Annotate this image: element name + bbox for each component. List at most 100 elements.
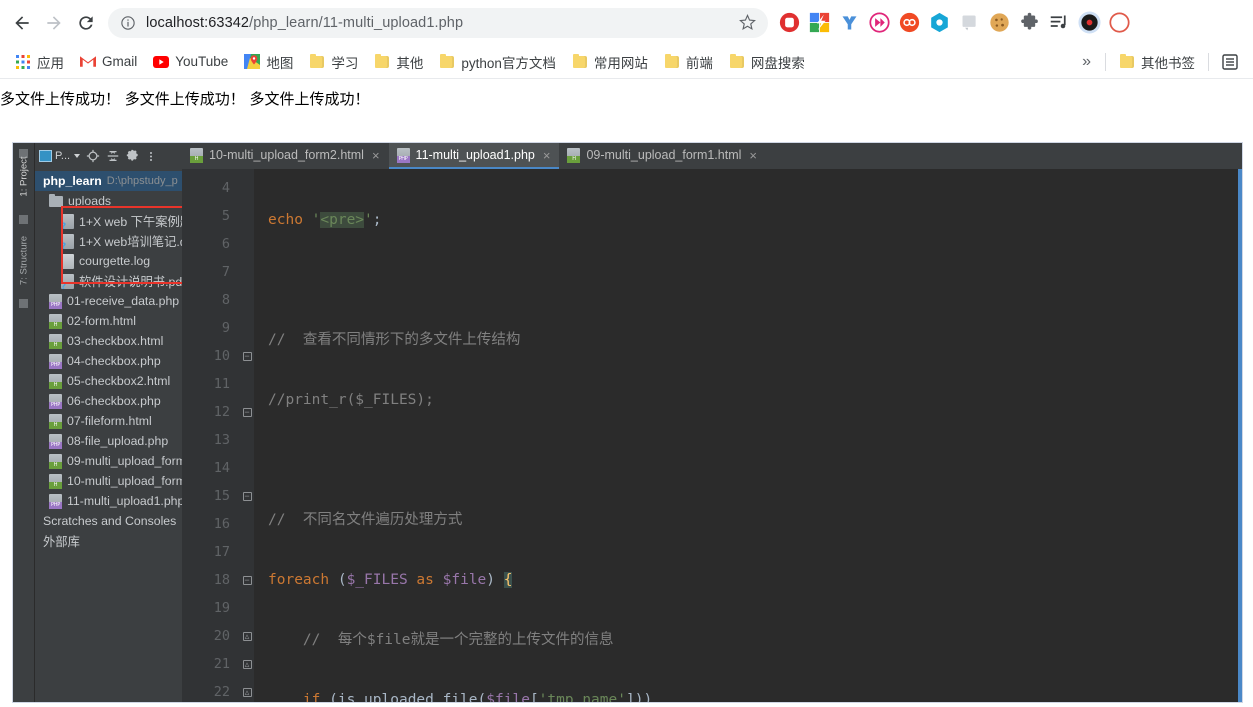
code-line-10: foreach ($_FILES as $file) { bbox=[268, 572, 513, 588]
editor-tab-11-multi-upload1[interactable]: 11-multi_upload1.php × bbox=[388, 143, 560, 169]
html-file-icon bbox=[49, 453, 62, 469]
tree-row-file[interactable]: 06-checkbox.php bbox=[35, 391, 182, 411]
site-info-icon[interactable] bbox=[120, 15, 136, 31]
tree-item-label: 03-checkbox.html bbox=[67, 334, 164, 348]
youtube-icon bbox=[153, 54, 170, 70]
bookmark-other-bookmarks[interactable]: 其他书签 bbox=[1112, 49, 1202, 75]
forward-button[interactable] bbox=[38, 7, 70, 39]
target-icon[interactable] bbox=[86, 149, 100, 163]
tree-row-file[interactable]: 10-multi_upload_form bbox=[35, 471, 182, 491]
tree-row-file[interactable]: 08-file_upload.php bbox=[35, 431, 182, 451]
cookie-icon[interactable] bbox=[986, 10, 1012, 36]
tool-strip-marker bbox=[19, 215, 28, 224]
browser-toolbar: localhost:63342/php_learn/11-multi_uploa… bbox=[0, 0, 1253, 45]
fold-toggle-if[interactable]: − bbox=[240, 398, 254, 426]
profile-avatar[interactable] bbox=[1106, 10, 1132, 36]
reload-button[interactable] bbox=[70, 7, 102, 39]
bookmarks-overflow-button[interactable]: » bbox=[1074, 53, 1099, 71]
line-number: 18 bbox=[213, 572, 230, 588]
hexagon-camera-icon[interactable] bbox=[926, 10, 952, 36]
tree-row-project-root[interactable]: php_learn D:\phpstudy_p bbox=[35, 171, 182, 191]
bookmark-folder-qita[interactable]: 其他 bbox=[367, 49, 430, 75]
back-arrow-icon bbox=[15, 15, 29, 30]
tree-row-file[interactable]: 01-receive_data.php bbox=[35, 291, 182, 311]
address-bar[interactable]: localhost:63342/php_learn/11-multi_uploa… bbox=[108, 7, 768, 38]
fold-toggle-foreach[interactable]: − bbox=[240, 342, 254, 370]
more-options-icon[interactable] bbox=[146, 151, 156, 161]
bookmark-star-icon[interactable] bbox=[739, 14, 756, 31]
tree-row-file[interactable]: 07-fileform.html bbox=[35, 411, 182, 431]
close-icon[interactable]: × bbox=[372, 148, 380, 163]
code-editor[interactable]: 4 5 6 7 8 9 10 11 12 13 14 15 16 17 18 1… bbox=[182, 169, 1242, 702]
tree-item-label: Scratches and Consoles bbox=[43, 514, 177, 528]
infinity-icon[interactable] bbox=[896, 10, 922, 36]
maps-icon bbox=[244, 54, 261, 70]
bookmark-gmail[interactable]: Gmail bbox=[73, 49, 144, 75]
tree-row-upload-file[interactable]: 1+X web 下午案例题 bbox=[35, 211, 182, 231]
tree-row-scratches[interactable]: Scratches and Consoles bbox=[35, 511, 182, 531]
tree-row-upload-file[interactable]: 软件设计说明书.pdf bbox=[35, 271, 182, 291]
tree-row-uploads-folder[interactable]: uploads bbox=[35, 191, 182, 211]
tree-row-file[interactable]: 02-form.html bbox=[35, 311, 182, 331]
tree-row-upload-file[interactable]: courgette.log bbox=[35, 251, 182, 271]
close-icon[interactable]: × bbox=[749, 148, 757, 163]
reading-list-button[interactable] bbox=[1215, 49, 1245, 75]
line-number: 11 bbox=[213, 376, 230, 392]
tree-row-file[interactable]: 11-multi_upload1.php bbox=[35, 491, 182, 511]
tree-row-external-libraries[interactable]: 外部库 bbox=[35, 531, 182, 551]
extension-icons bbox=[776, 10, 1134, 36]
editor-tab-10-multi-upload-form2[interactable]: 10-multi_upload_form2.html × bbox=[182, 143, 389, 169]
tree-row-file[interactable]: 05-checkbox2.html bbox=[35, 371, 182, 391]
tool-window-structure[interactable]: 7: Structure bbox=[19, 233, 30, 289]
close-icon[interactable]: × bbox=[543, 148, 551, 163]
code-line-12: if (is_uploaded_file($file['tmp_name'])) bbox=[302, 692, 653, 702]
tree-item-label: 09-multi_upload_form bbox=[67, 454, 182, 468]
fold-end-if[interactable]: ▵ bbox=[240, 650, 254, 678]
project-view-label: P... bbox=[55, 150, 71, 162]
settings-gear-icon[interactable] bbox=[126, 149, 140, 163]
clipboard-icon[interactable] bbox=[956, 10, 982, 36]
back-button[interactable] bbox=[6, 7, 38, 39]
project-view-selector[interactable]: P... bbox=[39, 150, 81, 162]
fold-toggle-inner-if[interactable]: − bbox=[240, 482, 254, 510]
y-diamond-icon[interactable] bbox=[836, 10, 862, 36]
html-file-icon bbox=[567, 147, 581, 163]
line-number: 15 bbox=[213, 488, 230, 504]
bookmark-maps[interactable]: 地图 bbox=[237, 49, 300, 75]
tree-row-file[interactable]: 09-multi_upload_form bbox=[35, 451, 182, 471]
code-text[interactable]: echo '<pre>'; // 查看不同情形下的多文件上传结构 //print… bbox=[254, 169, 1242, 702]
editor-tab-09-multi-upload-form1[interactable]: 09-multi_upload_form1.html × bbox=[559, 143, 766, 169]
fold-end-inner[interactable]: ▵ bbox=[240, 622, 254, 650]
tree-row-upload-file[interactable]: 1+X web培训笔记.d bbox=[35, 231, 182, 251]
bookmark-apps[interactable]: 应用 bbox=[8, 49, 71, 75]
bookmark-folder-netdisk-search[interactable]: 网盘搜索 bbox=[722, 49, 812, 75]
puzzle-icon[interactable] bbox=[1016, 10, 1042, 36]
bookmark-folder-python-docs[interactable]: python官方文档 bbox=[432, 49, 563, 75]
tool-window-project[interactable]: 1: Project bbox=[19, 149, 30, 205]
colorful-squares-icon[interactable] bbox=[806, 10, 832, 36]
tree-item-label: 05-checkbox2.html bbox=[67, 374, 171, 388]
bookmark-youtube[interactable]: YouTube bbox=[146, 49, 235, 75]
line-number: 5 bbox=[221, 208, 230, 224]
record-icon[interactable] bbox=[1076, 10, 1102, 36]
bookmark-folder-xuexi[interactable]: 学习 bbox=[302, 49, 365, 75]
adblock-icon[interactable] bbox=[776, 10, 802, 36]
collapse-all-icon[interactable] bbox=[106, 149, 120, 163]
fast-forward-icon[interactable] bbox=[866, 10, 892, 36]
fold-end-foreach[interactable]: ▵ bbox=[240, 678, 254, 702]
media-list-icon[interactable] bbox=[1046, 10, 1072, 36]
folder-icon bbox=[1119, 53, 1135, 70]
tree-row-file[interactable]: 04-checkbox.php bbox=[35, 351, 182, 371]
url-host: localhost:63342 bbox=[146, 14, 250, 31]
code-folding-gutter[interactable]: − − − − ▵ ▵ ▵ bbox=[240, 169, 254, 702]
fold-toggle-else[interactable]: − bbox=[240, 566, 254, 594]
bookmark-folder-frontend[interactable]: 前端 bbox=[657, 49, 720, 75]
code-line-11: // 每个$file就是一个完整的上传文件的信息 bbox=[302, 632, 614, 648]
html-file-icon bbox=[49, 413, 62, 429]
tree-row-file[interactable]: 03-checkbox.html bbox=[35, 331, 182, 351]
bookmark-folder-common-sites[interactable]: 常用网站 bbox=[565, 49, 655, 75]
